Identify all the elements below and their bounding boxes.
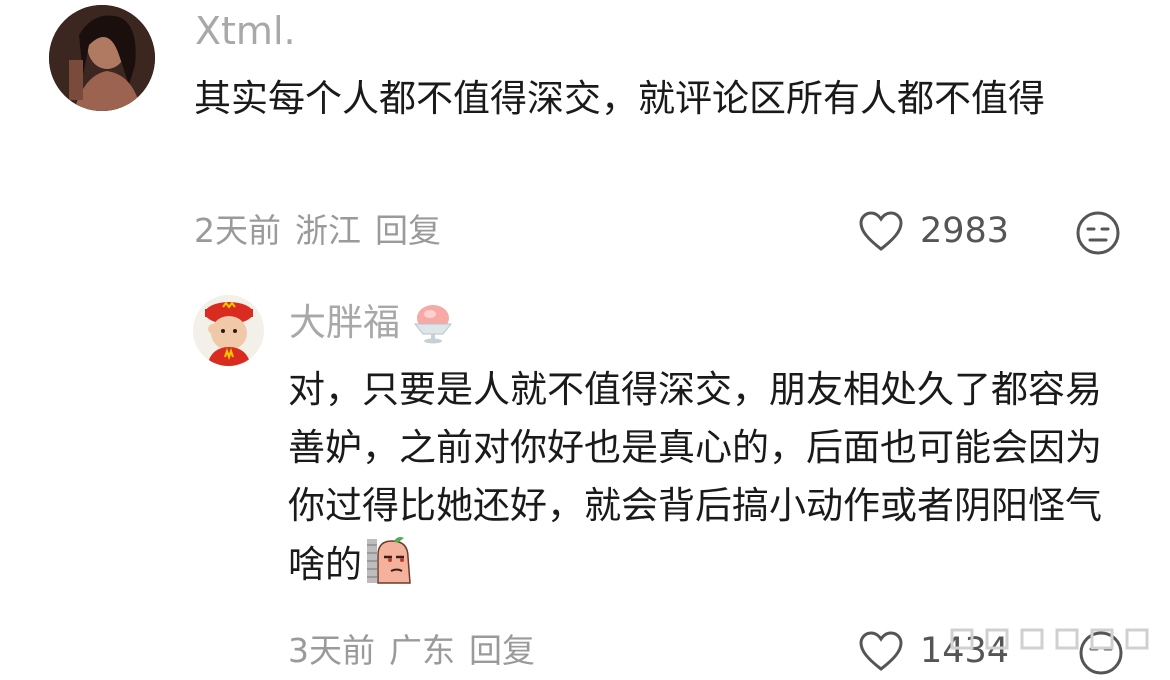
peeking-sly-emoji [367,537,411,584]
mcdonalds-baby-avatar [193,295,264,366]
comment-text: 其实每个人都不值得深交，就评论区所有人都不值得 [194,77,1045,120]
username-row: 大胖福 [289,300,456,346]
comment-meta: 2天前 浙江 回复 [194,211,455,251]
shaved-ice-icon [413,305,453,344]
neutral-face-icon [1076,211,1120,255]
user-avatar[interactable] [49,5,155,111]
username[interactable]: Xtml. [195,9,296,53]
reply-button[interactable]: 回复 [375,211,441,250]
watermark-logo [950,628,1149,650]
reaction-button[interactable] [1075,210,1121,256]
like-count: 2983 [920,211,1010,251]
comment-time: 3天前 [288,631,375,670]
username[interactable]: 大胖福 [289,301,400,345]
user-avatar[interactable] [193,295,264,366]
heart-icon [859,211,903,251]
reply-button[interactable]: 回复 [469,631,535,670]
comment-meta: 3天前 广东 回复 [288,631,549,671]
woman-portrait-avatar [49,5,155,111]
comment-location: 广东 [389,631,455,670]
comment-location: 浙江 [295,211,361,250]
heart-icon [859,631,903,671]
comment-text: 对，只要是人就不值得深交，朋友相处久了都容易善妒，之前对你好也是真心的，后面也可… [288,361,1118,594]
like-button[interactable]: 2983 [858,210,1009,252]
comment-time: 2天前 [194,211,281,250]
